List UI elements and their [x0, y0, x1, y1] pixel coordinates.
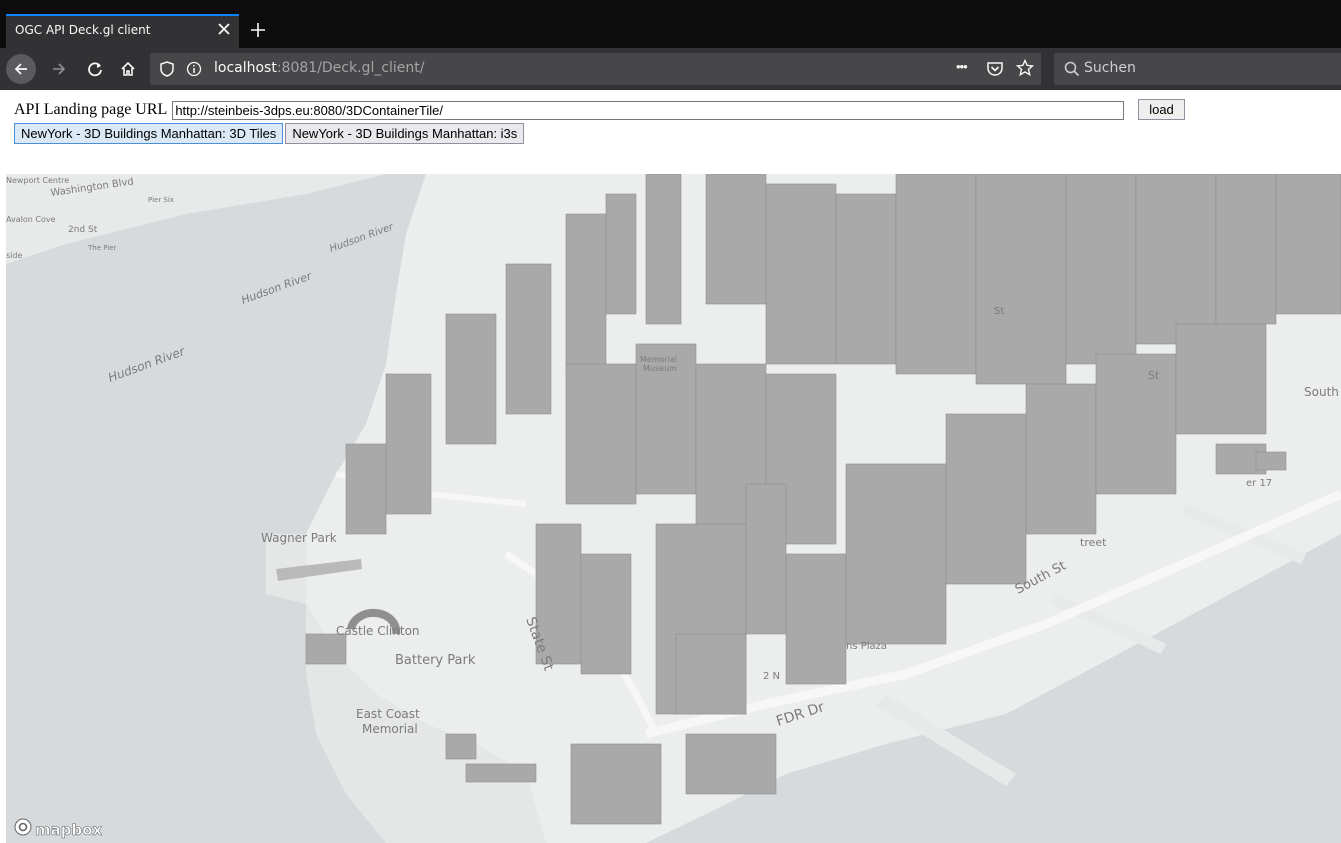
map-label: Memorial	[640, 355, 677, 364]
back-button[interactable]	[6, 54, 36, 84]
building	[605, 193, 637, 315]
map-label: Newport Centre	[6, 176, 69, 185]
building	[570, 743, 662, 825]
url-host: localhost	[214, 60, 277, 76]
building	[685, 733, 777, 795]
page-actions-icon[interactable]: •••	[956, 59, 968, 74]
reload-icon[interactable]	[80, 54, 110, 84]
building	[445, 313, 497, 445]
building	[945, 413, 1027, 585]
browser-tab-bar: OGC API Deck.gl client	[0, 0, 1341, 48]
map-label: St	[994, 306, 1004, 317]
map-label: 2nd St	[68, 225, 98, 235]
shield-icon[interactable]	[160, 61, 174, 82]
home-icon[interactable]	[113, 54, 143, 84]
forward-arrow-icon[interactable]	[44, 54, 74, 84]
building	[565, 363, 637, 505]
building	[675, 633, 747, 715]
map-label: treet	[1080, 536, 1107, 549]
building	[975, 174, 1067, 385]
tab-title: OGC API Deck.gl client	[15, 23, 151, 37]
building	[1025, 383, 1097, 535]
address-bar[interactable]: localhost:8081/Deck.gl_client/ •••	[150, 53, 1041, 85]
info-icon[interactable]	[186, 61, 202, 82]
back-arrow-icon	[6, 54, 36, 84]
browser-nav-bar: localhost:8081/Deck.gl_client/ ••• Suche…	[0, 48, 1341, 90]
new-tab-icon[interactable]	[246, 18, 270, 42]
url-path: :8081/Deck.gl_client/	[276, 60, 425, 76]
url-text: localhost:8081/Deck.gl_client/	[214, 60, 425, 76]
api-url-label: API Landing page URL	[14, 101, 168, 118]
map-label: St	[1148, 369, 1160, 382]
close-icon[interactable]	[215, 20, 233, 38]
api-url-input[interactable]	[172, 100, 1125, 120]
building	[445, 733, 477, 760]
building	[645, 174, 682, 325]
building	[580, 553, 632, 675]
map-label: South	[1304, 385, 1339, 399]
mapbox-wordmark: mapbox	[35, 820, 103, 839]
map-label: Avalon Cove	[6, 215, 56, 224]
map-label: Memorial	[362, 722, 418, 736]
map-label: 2 N	[763, 671, 780, 682]
building	[765, 183, 837, 365]
building	[505, 263, 552, 415]
dataset-i3s-button[interactable]: NewYork - 3D Buildings Manhattan: i3s	[285, 123, 525, 144]
building	[1255, 451, 1287, 471]
map-label: The Pier	[87, 244, 117, 252]
building	[465, 763, 537, 783]
dataset-3dtiles-button[interactable]: NewYork - 3D Buildings Manhattan: 3D Til…	[14, 123, 284, 144]
building	[1175, 323, 1267, 435]
building	[845, 463, 947, 645]
building	[835, 193, 897, 365]
dataset-buttons: NewYork - 3D Buildings Manhattan: 3D Til…	[14, 123, 526, 144]
map-label: Battery Park	[395, 653, 476, 668]
api-url-row: API Landing page URL	[14, 99, 1125, 121]
building	[385, 373, 432, 515]
map-label: Pier Six	[148, 196, 174, 204]
building	[705, 174, 767, 305]
building	[345, 443, 387, 535]
building	[565, 213, 607, 375]
mapbox-logo-icon	[14, 818, 32, 841]
load-button[interactable]: load	[1138, 99, 1185, 120]
building	[305, 633, 347, 665]
search-placeholder: Suchen	[1084, 60, 1136, 76]
map-label: Museum	[643, 364, 677, 373]
building	[895, 174, 977, 375]
building	[785, 553, 847, 685]
tab-active-indicator	[6, 14, 239, 16]
map-label: er 17	[1246, 478, 1272, 489]
pocket-icon[interactable]	[986, 60, 1004, 83]
map-view[interactable]: Newport Centre Washington Blvd Pier Six …	[6, 174, 1341, 843]
map-label: East Coast	[356, 707, 420, 721]
building	[1275, 174, 1341, 315]
mapbox-attribution[interactable]: mapbox	[14, 818, 103, 841]
building	[745, 483, 787, 635]
map-label: Castle Clinton	[336, 624, 420, 638]
map-label: side	[6, 251, 22, 260]
browser-tab[interactable]: OGC API Deck.gl client	[6, 14, 239, 48]
map-label: Wagner Park	[261, 531, 337, 545]
building	[1135, 174, 1217, 345]
map-label: ns Plaza	[846, 641, 887, 652]
search-icon	[1064, 61, 1080, 82]
building	[1095, 353, 1177, 495]
search-bar[interactable]: Suchen	[1054, 53, 1341, 85]
bookmark-star-icon[interactable]	[1015, 58, 1035, 82]
building	[1065, 174, 1137, 365]
building	[1215, 174, 1277, 325]
map-canvas[interactable]: Newport Centre Washington Blvd Pier Six …	[6, 174, 1341, 843]
